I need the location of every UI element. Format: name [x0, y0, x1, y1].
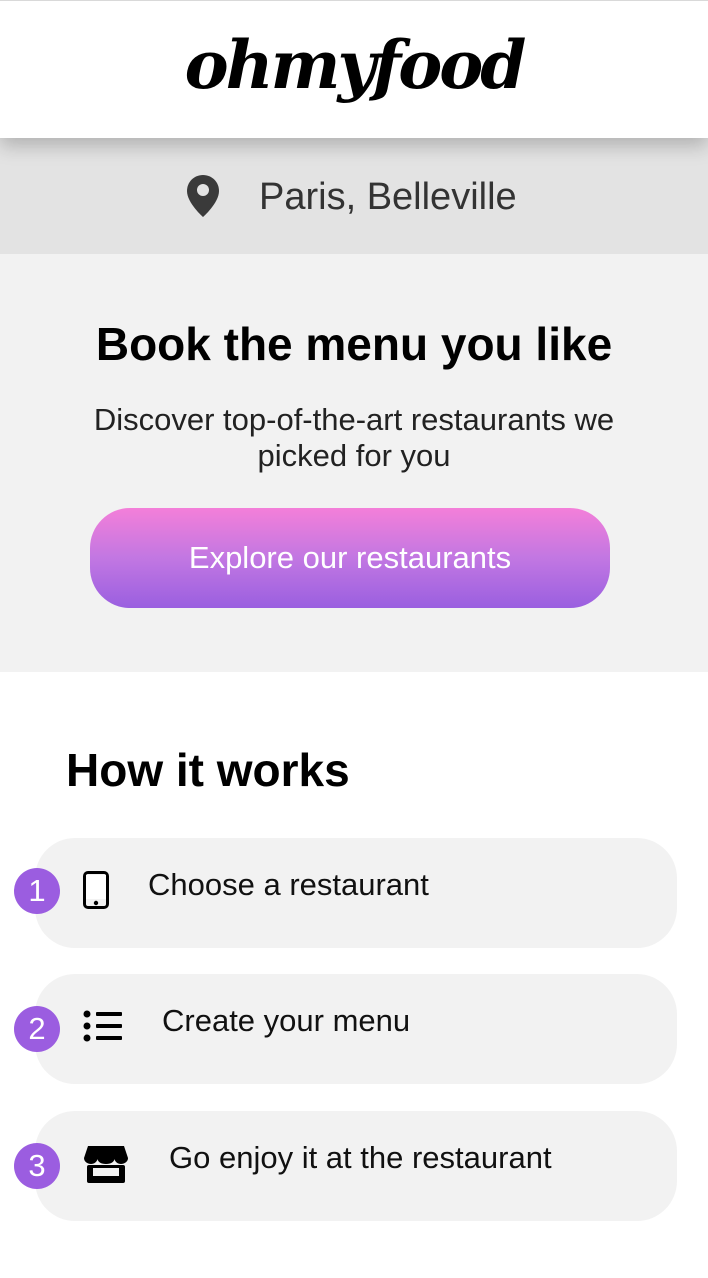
hero-subtitle: Discover top-of-the-art restaurants we p… — [93, 402, 615, 473]
step-number-3: 3 — [14, 1143, 60, 1189]
step-label-2: Create your menu — [162, 1003, 411, 1038]
hero-section: Book the menu you like Discover top-of-t… — [0, 254, 708, 672]
location-bar: Paris, Belleville — [0, 138, 708, 254]
page: ohmyfood Paris, Belleville Book the menu… — [0, 0, 708, 1278]
step-number-2: 2 — [14, 1006, 60, 1052]
smartphone-icon — [83, 871, 109, 909]
explore-restaurants-button[interactable]: Explore our restaurants — [90, 508, 610, 608]
step-label-1: Choose a restaurant — [148, 867, 429, 902]
location-label: Paris, Belleville — [259, 176, 517, 218]
logo[interactable]: ohmyfood — [0, 25, 708, 105]
how-it-works-title: How it works — [66, 744, 350, 796]
step-number-1: 1 — [14, 868, 60, 914]
step-enjoy-restaurant[interactable]: Go enjoy it at the restaurant — [35, 1111, 677, 1221]
step-create-menu[interactable]: Create your menu — [35, 974, 677, 1084]
list-icon — [83, 1010, 122, 1042]
site-header: ohmyfood — [0, 0, 708, 138]
hero-title: Book the menu you like — [95, 318, 613, 370]
map-pin-icon — [187, 175, 219, 217]
store-icon — [84, 1146, 128, 1183]
step-label-3: Go enjoy it at the restaurant — [169, 1140, 552, 1175]
step-choose-restaurant[interactable]: Choose a restaurant — [35, 838, 677, 948]
